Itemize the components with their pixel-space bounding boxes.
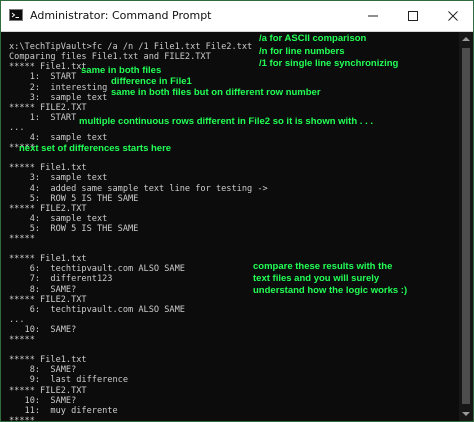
command-prompt-window: Administrator: Command Prompt x:\TechTip… <box>0 0 474 422</box>
vertical-scrollbar[interactable] <box>459 32 473 421</box>
maximize-icon <box>408 11 418 21</box>
maximize-button[interactable] <box>393 1 433 31</box>
scrollbar-thumb[interactable] <box>462 48 470 404</box>
annotation-sync: /1 for single line synchronizing <box>259 58 399 69</box>
annotation-interesting-diff: difference in File1 <box>111 76 192 87</box>
annotation-compare-2: text files and you will surely <box>253 273 380 284</box>
scroll-down-button[interactable] <box>459 407 473 421</box>
console-line: ***** <box>9 415 35 421</box>
window-title: Administrator: Command Prompt <box>30 9 212 22</box>
annotation-different-row: same in both files but on different row … <box>111 87 321 98</box>
close-button[interactable] <box>433 1 473 31</box>
annotation-next-set: next set of differences starts here <box>19 143 172 154</box>
chevron-down-icon <box>462 412 470 416</box>
annotation-compare-1: compare these results with the <box>253 261 393 272</box>
console-line: 6: techtipvault.com ALSO SAME <box>9 304 185 315</box>
console-line: ***** <box>9 335 35 345</box>
annotation-numbers: /n for line numbers <box>259 46 345 57</box>
title-bar[interactable]: Administrator: Command Prompt <box>1 1 473 32</box>
console-output[interactable]: x:\TechTipVault>fc /a /n /1 File1.txt Fi… <box>1 32 459 421</box>
annotation-continuous: multiple continuous rows different in Fi… <box>79 116 373 127</box>
close-icon <box>448 11 458 21</box>
annotation-ascii: /a for ASCII comparison <box>259 33 367 44</box>
console-line: ***** <box>9 234 35 244</box>
cmd-icon <box>9 9 23 21</box>
chevron-up-icon <box>462 37 470 41</box>
minimize-button[interactable] <box>353 1 393 31</box>
minimize-icon <box>368 15 378 17</box>
scroll-up-button[interactable] <box>459 32 473 46</box>
annotation-compare-3: understand how the logic works :) <box>253 285 408 296</box>
annotation-same-both: same in both files <box>81 65 162 76</box>
